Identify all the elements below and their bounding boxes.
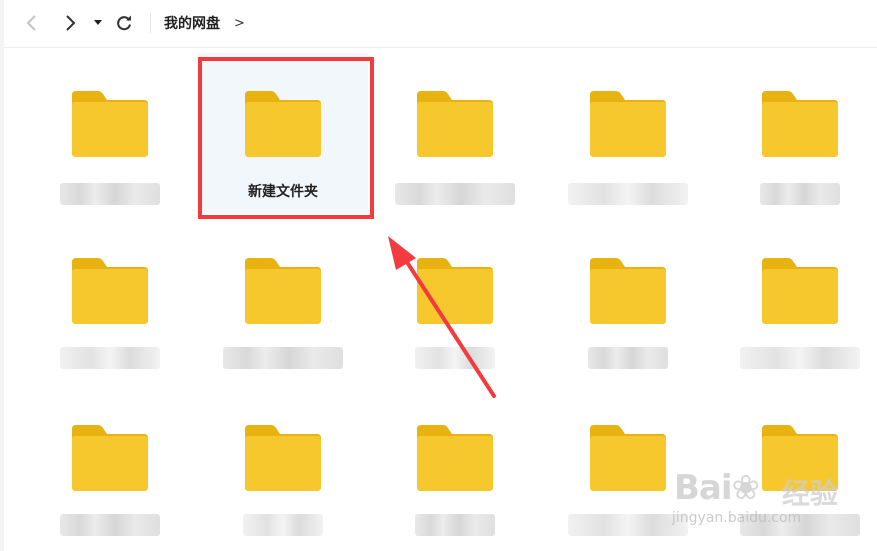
breadcrumb: 我的网盘 > xyxy=(164,13,245,33)
folder-item[interactable] xyxy=(370,387,540,547)
folder-icon xyxy=(417,91,493,157)
folder-icon xyxy=(590,425,666,491)
folder-name-redacted xyxy=(223,347,343,369)
folder-name-redacted xyxy=(588,347,668,369)
folder-name: 新建文件夹 xyxy=(248,184,318,200)
history-dropdown-button[interactable] xyxy=(90,11,106,35)
toolbar-divider xyxy=(150,13,151,33)
folder-grid: 新建文件夹 xyxy=(0,48,877,551)
folder-icon xyxy=(245,258,321,324)
folder-item[interactable] xyxy=(25,387,195,547)
refresh-icon xyxy=(117,15,131,31)
folder-icon xyxy=(590,91,666,157)
folder-item[interactable] xyxy=(198,220,368,380)
folder-item[interactable] xyxy=(543,53,713,213)
folder-name-redacted xyxy=(760,183,840,205)
refresh-button[interactable] xyxy=(112,11,136,35)
folder-name-redacted xyxy=(568,183,688,205)
folder-icon xyxy=(245,91,321,157)
folder-icon xyxy=(245,425,321,491)
folder-item[interactable] xyxy=(198,387,368,547)
caret-down-icon xyxy=(94,20,102,25)
folder-icon xyxy=(417,425,493,491)
folder-item[interactable] xyxy=(715,220,877,380)
folder-name-redacted xyxy=(740,514,860,536)
folder-item[interactable] xyxy=(25,220,195,380)
folder-item[interactable] xyxy=(715,53,877,213)
forward-button[interactable] xyxy=(58,11,82,35)
folder-icon xyxy=(762,258,838,324)
folder-icon xyxy=(72,258,148,324)
folder-name-redacted xyxy=(60,183,160,205)
folder-name-redacted xyxy=(395,183,515,205)
folder-item[interactable] xyxy=(543,220,713,380)
folder-icon xyxy=(72,91,148,157)
folder-name-redacted xyxy=(740,347,860,369)
folder-icon xyxy=(590,258,666,324)
folder-icon xyxy=(762,91,838,157)
folder-name-redacted xyxy=(243,514,323,536)
toolbar: 我的网盘 > xyxy=(4,0,877,48)
folder-name-redacted xyxy=(568,514,688,536)
folder-item[interactable] xyxy=(370,53,540,213)
folder-icon xyxy=(762,425,838,491)
folder-item[interactable] xyxy=(25,53,195,213)
folder-name-redacted xyxy=(415,347,495,369)
chevron-left-icon xyxy=(26,15,36,31)
folder-icon xyxy=(417,258,493,324)
chevron-right-icon xyxy=(66,15,76,31)
folder-item[interactable] xyxy=(715,387,877,547)
file-browser-window: 我的网盘 > 新建文件夹 Bai❀ 经验 jingyan.baidu.com xyxy=(0,0,877,551)
folder-name-redacted xyxy=(60,347,160,369)
folder-item[interactable]: 新建文件夹 xyxy=(198,53,368,213)
folder-item[interactable] xyxy=(370,220,540,380)
breadcrumb-separator[interactable]: > xyxy=(234,16,245,31)
folder-name-redacted xyxy=(415,514,495,536)
folder-name-redacted xyxy=(60,514,160,536)
back-button[interactable] xyxy=(20,11,44,35)
folder-icon xyxy=(72,425,148,491)
breadcrumb-item-my-drive[interactable]: 我的网盘 xyxy=(164,13,220,33)
folder-item[interactable] xyxy=(543,387,713,547)
